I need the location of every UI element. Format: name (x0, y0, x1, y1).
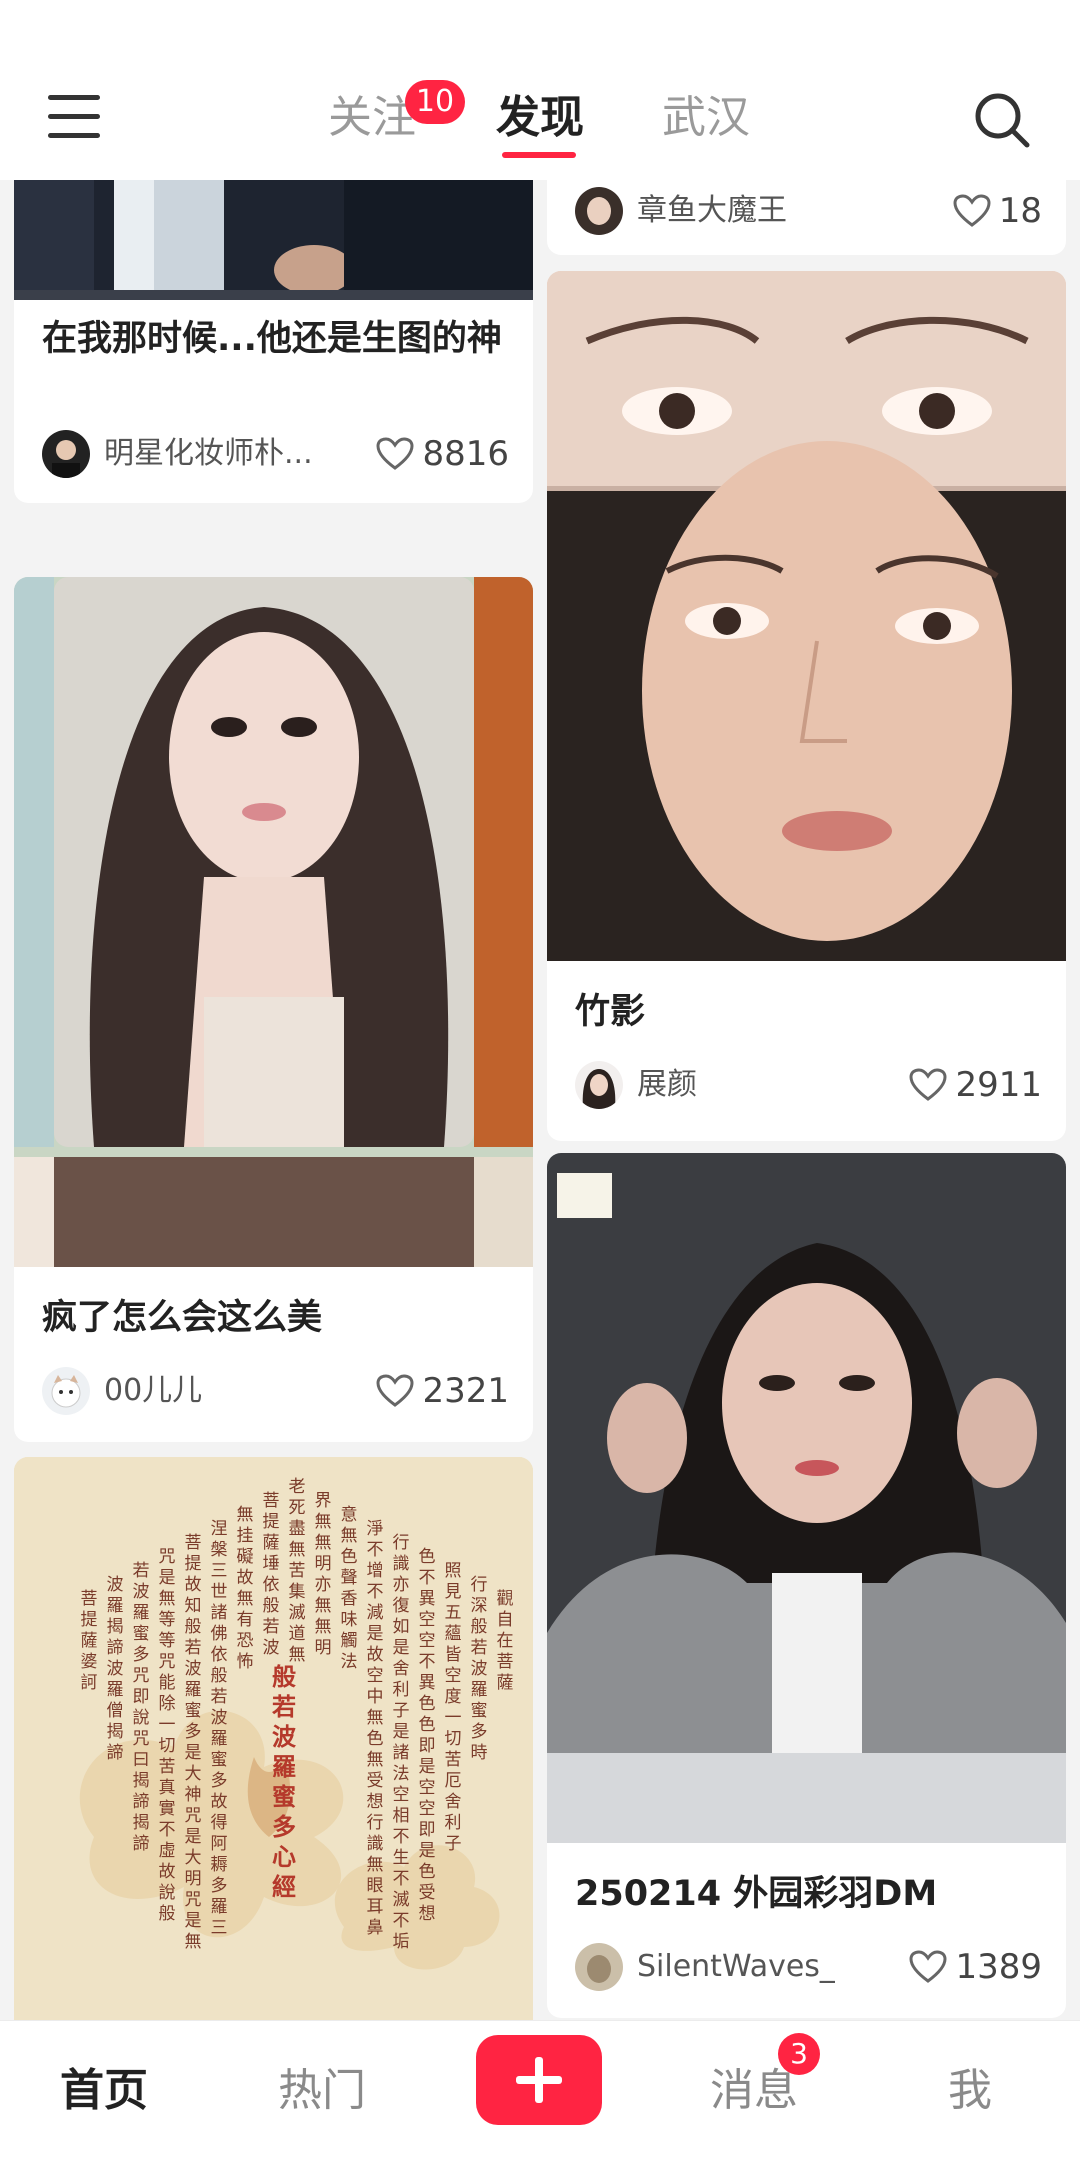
like-button[interactable]: 8816 (376, 430, 509, 478)
like-count: 1389 (955, 1947, 1042, 1987)
sutra-column: 若波羅蜜多咒即說咒曰揭諦揭諦 (132, 1561, 150, 1854)
author-name[interactable]: SilentWaves_ (637, 1943, 835, 1991)
follow-count-badge: 10 (405, 80, 465, 124)
author-name[interactable]: 明星化妆师朴... (104, 430, 313, 478)
post-image (14, 180, 533, 300)
sutra-column: 咒是無等等咒能除一切苦真實不虛故說般 (158, 1547, 176, 1924)
author-name[interactable]: 00儿儿 (104, 1367, 202, 1415)
author-avatar[interactable] (575, 1943, 623, 1991)
heart-icon (909, 1950, 947, 1983)
author-avatar[interactable] (42, 430, 90, 478)
post-meta: 明星化妆师朴... 8816 (42, 430, 509, 480)
sutra-column: 波羅揭諦波羅僧揭諦 (106, 1575, 124, 1763)
post-meta: SilentWaves_ 1389 (575, 1943, 1042, 1993)
feed-card[interactable]: 疯了怎么会这么美 00儿儿 2321 (14, 577, 533, 1442)
tab-follow[interactable]: 关注 (328, 88, 416, 148)
create-post-button[interactable] (476, 2035, 602, 2125)
author-avatar[interactable] (575, 1061, 623, 1109)
sutra-text: 觀自在菩薩 行深般若波羅蜜多時 照見五蘊皆空度一切苦厄舍利子 色不異空空不異色色即是空… (14, 1457, 533, 2020)
sutra-title: 般若波羅蜜多心經 (272, 1662, 296, 1901)
sutra-column: 界無無明亦無無明 (314, 1491, 332, 1658)
like-count: 18 (998, 191, 1042, 231)
heart-icon (376, 437, 414, 470)
feed-card[interactable]: 竹影 展颜 2911 (547, 271, 1066, 1141)
heart-icon (909, 1068, 947, 1101)
post-title[interactable]: 250214 外园彩羽DM (575, 1865, 1042, 1923)
sutra-column: 觀自在菩薩 (496, 1589, 514, 1693)
sutra-column: 色不異空空不異色色即是空空即是色受想 (418, 1547, 436, 1924)
post-meta: 00儿儿 2321 (42, 1367, 509, 1417)
like-count: 2321 (422, 1371, 509, 1411)
like-button[interactable]: 18 (953, 187, 1042, 235)
post-image (14, 577, 533, 1267)
author-avatar[interactable] (575, 187, 623, 235)
sutra-column: 淨不增不減是故空中無色無受想行識無眼耳鼻 (366, 1519, 384, 1938)
sutra-column: 照見五蘊皆空度一切苦厄舍利子 (444, 1561, 462, 1854)
post-image (547, 271, 1066, 961)
heart-icon (376, 1374, 414, 1407)
feed-card[interactable]: 在我那时候...他还是生图的神 明星化妆师朴... 8816 (14, 180, 533, 503)
post-title[interactable]: 疯了怎么会这么美 (42, 1289, 509, 1347)
top-header: 关注 10 发现 武汉 (0, 0, 1080, 180)
sutra-column: 行識亦復如是舍利子是諸法空相不生不滅不垢 (392, 1533, 410, 1952)
like-count: 2911 (955, 1065, 1042, 1105)
message-count-badge: 3 (778, 2033, 820, 2075)
sutra-column: 菩提故知般若波羅蜜多是大神咒是大明咒是無 (184, 1533, 202, 1952)
like-button[interactable]: 2321 (376, 1367, 509, 1415)
like-count: 8816 (422, 434, 509, 474)
heart-icon (953, 194, 991, 227)
sutra-column: 意無色聲香味觸法 (340, 1505, 358, 1672)
nav-home[interactable]: 首页 (60, 2061, 148, 2121)
feed-card[interactable]: 觀自在菩薩 行深般若波羅蜜多時 照見五蘊皆空度一切苦厄舍利子 色不異空空不異色色即是空… (14, 1457, 533, 2020)
sutra-column: 無挂礙故無有恐怖 (236, 1505, 254, 1672)
search-icon[interactable] (972, 90, 1032, 150)
active-tab-indicator (502, 152, 576, 158)
feed-card[interactable]: 250214 外园彩羽DM SilentWaves_ 1389 (547, 1153, 1066, 2018)
sutra-column: 菩提薩埵依般若波 (262, 1491, 280, 1658)
bottom-navigation: 首页 热门 消息 3 我 (0, 2020, 1080, 2166)
post-meta: 章鱼大魔王 18 (575, 187, 1042, 237)
author-avatar[interactable] (42, 1367, 90, 1415)
like-button[interactable]: 1389 (909, 1943, 1042, 1991)
feed-card[interactable]: 章鱼大魔王 18 (547, 180, 1066, 255)
hamburger-menu-icon[interactable] (48, 95, 102, 139)
sutra-column: 菩提薩婆訶 (80, 1589, 98, 1693)
sutra-column: 涅槃三世諸佛依般若波羅蜜多故得阿耨多羅三 (210, 1519, 228, 1938)
sutra-column: 老死盡無苦集滅道無 (288, 1477, 306, 1665)
tab-discover[interactable]: 发现 (496, 88, 584, 148)
nav-profile[interactable]: 我 (948, 2061, 992, 2121)
nav-trending[interactable]: 热门 (278, 2061, 366, 2121)
tab-local-city[interactable]: 武汉 (662, 88, 750, 148)
post-title[interactable]: 竹影 (575, 983, 1042, 1041)
post-title[interactable]: 在我那时候...他还是生图的神 (42, 310, 509, 368)
plus-icon (516, 2057, 562, 2103)
sutra-column: 行深般若波羅蜜多時 (470, 1575, 488, 1763)
post-image (547, 1153, 1066, 1843)
author-name[interactable]: 章鱼大魔王 (637, 187, 787, 235)
discover-feed[interactable]: 在我那时候...他还是生图的神 明星化妆师朴... 8816 疯了怎么会这么美 … (0, 180, 1080, 2020)
post-meta: 展颜 2911 (575, 1061, 1042, 1111)
like-button[interactable]: 2911 (909, 1061, 1042, 1109)
author-name[interactable]: 展颜 (637, 1061, 697, 1109)
